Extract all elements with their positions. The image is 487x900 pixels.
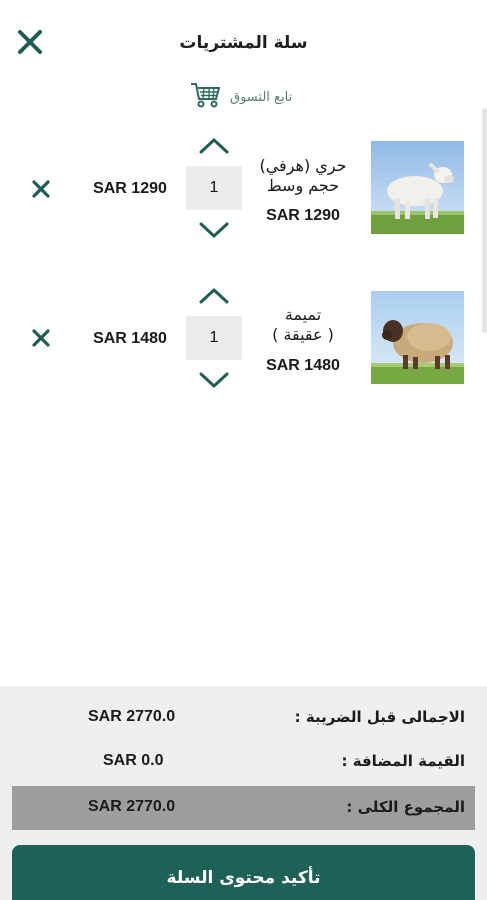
- subtotal-label: الاجمالى قبل الضريبة :: [294, 708, 465, 726]
- remove-item-button[interactable]: [28, 176, 54, 202]
- item-line-total: SAR 1290: [93, 180, 167, 197]
- item-name: حري (هرفي) حجم وسط: [248, 156, 358, 196]
- vat-row: القيمة المضافة : SAR 0.0: [0, 740, 487, 784]
- item-name-line2: ( عقيقة ): [272, 325, 334, 344]
- item-image-white-sheep[interactable]: [371, 141, 464, 234]
- item-name-line2: حجم وسط: [266, 176, 340, 195]
- shopping-cart-icon: [190, 81, 222, 113]
- continue-shopping-link[interactable]: تابع التسوق: [190, 82, 292, 112]
- item-image-brown-sheep[interactable]: [371, 291, 464, 384]
- page-title: سلة المشتريات: [179, 33, 308, 53]
- item-name: تميمة ( عقيقة ): [248, 305, 358, 345]
- quantity-field[interactable]: 1: [186, 166, 242, 210]
- quantity-increase-button[interactable]: [196, 134, 232, 158]
- confirm-cart-button[interactable]: تأكيد محتوى السلة: [12, 845, 475, 900]
- confirm-cart-label: تأكيد محتوى السلة: [166, 868, 321, 888]
- total-label: المجموع الكلى :: [346, 798, 465, 816]
- quantity-decrease-button[interactable]: [196, 368, 232, 392]
- item-name-line1: حري (هرفي): [259, 156, 347, 175]
- scroll-indicator: [482, 108, 487, 333]
- item-price: SAR 1480: [266, 357, 340, 374]
- remove-item-button[interactable]: [28, 325, 54, 351]
- continue-shopping-label: تابع التسوق: [230, 89, 293, 105]
- subtotal-value: SAR 2770.0: [88, 708, 176, 725]
- item-price: SAR 1290: [266, 207, 340, 224]
- quantity-field[interactable]: 1: [186, 316, 242, 360]
- close-icon[interactable]: [14, 26, 46, 58]
- total-row: المجموع الكلى : SAR 2770.0: [12, 786, 475, 830]
- quantity-increase-button[interactable]: [196, 284, 232, 308]
- item-line-total: SAR 1480: [93, 330, 167, 347]
- vat-label: القيمة المضافة :: [341, 752, 465, 770]
- vat-value: SAR 0.0: [103, 752, 164, 769]
- subtotal-row: الاجمالى قبل الضريبة : SAR 2770.0: [0, 696, 487, 740]
- quantity-decrease-button[interactable]: [196, 218, 232, 242]
- item-name-line1: تميمة: [284, 305, 322, 324]
- total-value: SAR 2770.0: [88, 798, 176, 815]
